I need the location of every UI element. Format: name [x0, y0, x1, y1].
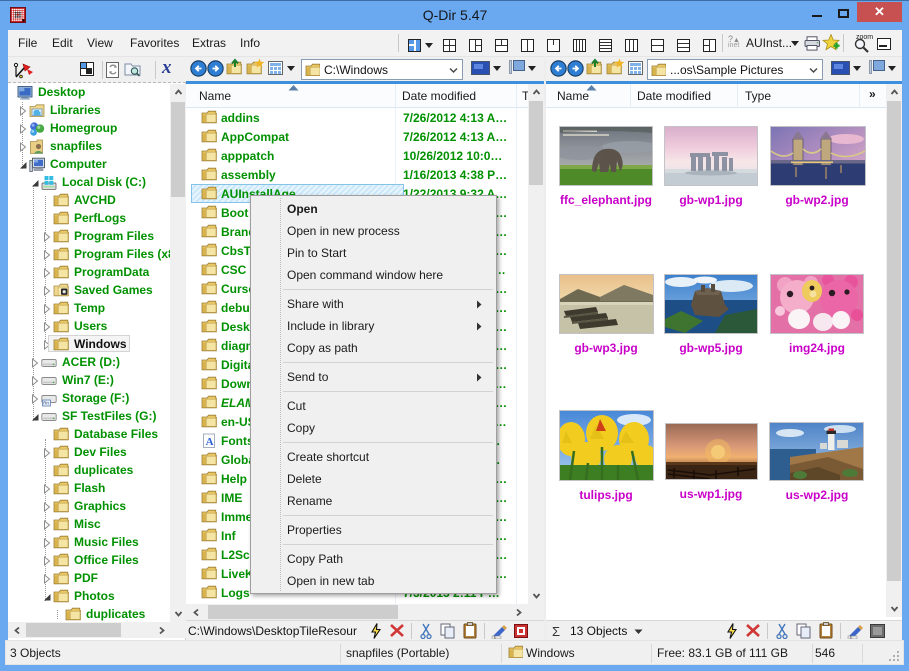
- svg-text:Rn: Rn: [43, 401, 49, 406]
- svg-text:A: A: [206, 436, 214, 448]
